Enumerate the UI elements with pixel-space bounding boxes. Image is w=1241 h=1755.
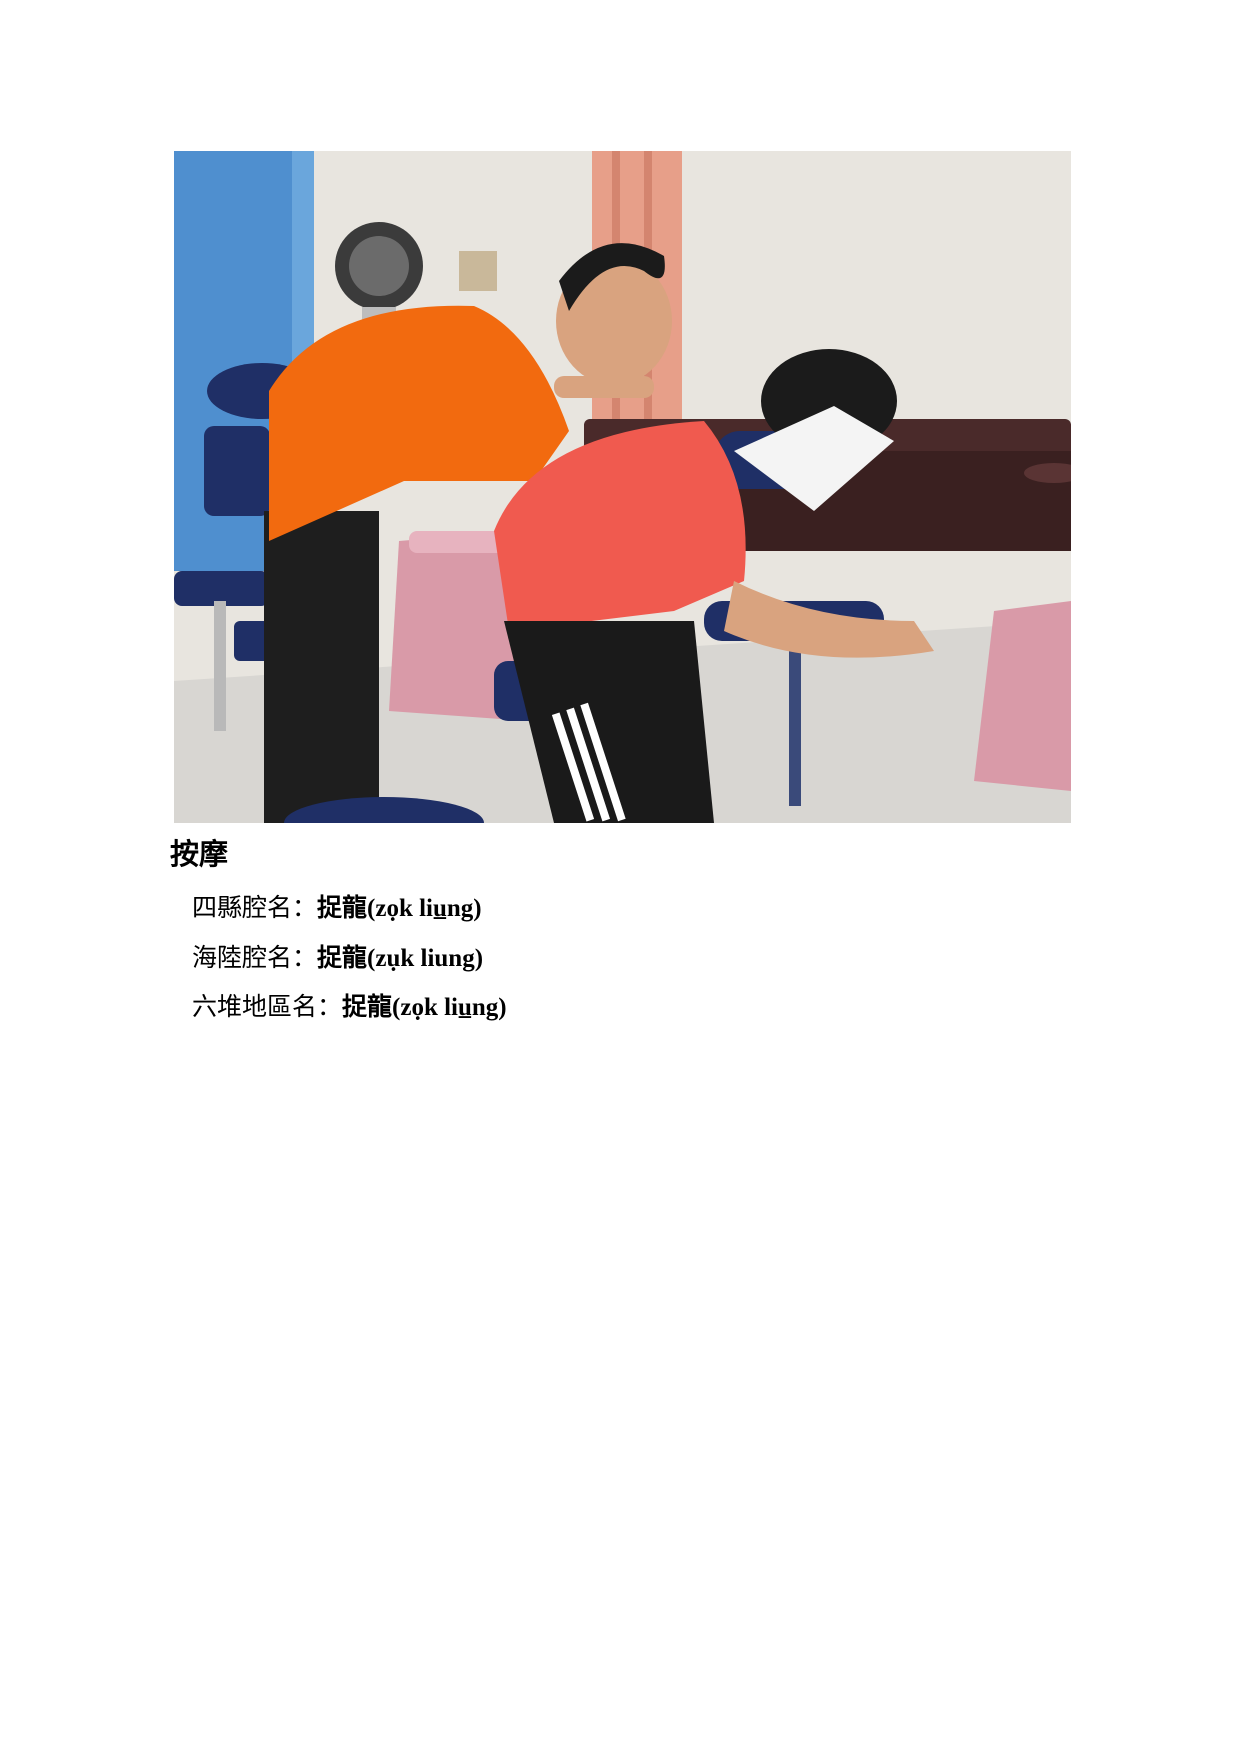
entry-liudui: 六堆地區名：捉龍(zọk liu̲ng) xyxy=(192,989,507,1026)
entry-label: 海陸腔名： xyxy=(192,943,318,972)
entry-hailu: 海陸腔名：捉龍(zụk liung) xyxy=(192,940,483,977)
entry-romanization: (zụk liung) xyxy=(367,945,484,972)
entry-label: 四縣腔名： xyxy=(192,893,318,922)
massage-photo xyxy=(174,151,1071,823)
page-title: 按摩 xyxy=(170,837,229,871)
entry-label: 六堆地區名： xyxy=(192,992,343,1021)
entry-romanization: (zọk liu̲ng) xyxy=(392,994,507,1021)
entry-hanzi: 捉龍 xyxy=(317,943,368,972)
entry-hanzi: 捉龍 xyxy=(342,992,393,1021)
massage-scene-illustration xyxy=(174,151,1071,823)
entry-sixian: 四縣腔名：捉龍(zọk liu̲ng) xyxy=(192,890,482,927)
entry-romanization: (zọk liu̲ng) xyxy=(367,895,482,922)
entry-hanzi: 捉龍 xyxy=(317,893,368,922)
